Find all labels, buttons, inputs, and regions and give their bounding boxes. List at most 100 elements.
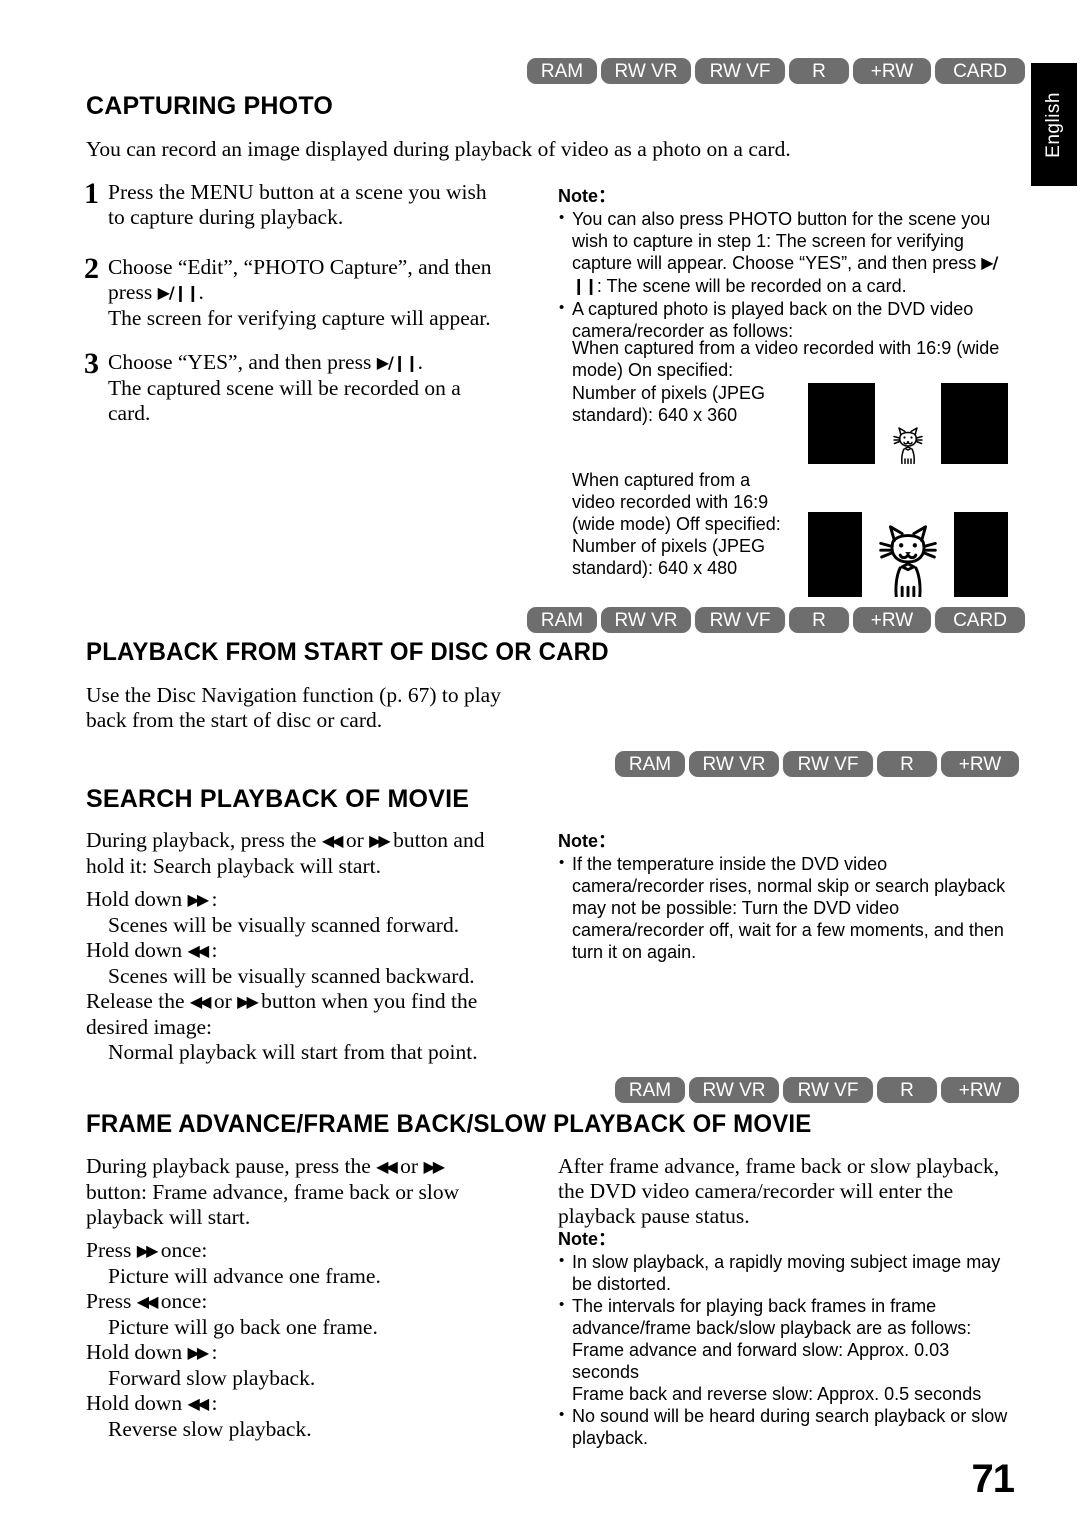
- section-title-capturing-photo: CAPTURING PHOTO: [86, 92, 333, 120]
- rewind-icon: [188, 1394, 207, 1413]
- frame-line-4-pre: Press: [86, 1238, 137, 1262]
- search-line-3-pre: Hold down: [86, 887, 188, 911]
- frame-line-5: Picture will advance one frame.: [108, 1264, 381, 1288]
- rewind-icon: [322, 831, 341, 850]
- step-3-number: 3: [84, 347, 99, 380]
- badge-r: R: [789, 607, 849, 633]
- document-page: English RAM RW VR RW VF R +RW CARD CAPTU…: [0, 0, 1080, 1529]
- note-bullet-2: The intervals for playing back frames in…: [558, 1294, 1010, 1405]
- badge-card: CARD: [935, 607, 1025, 633]
- badge-rw-vf: RW VF: [695, 607, 785, 633]
- playback-from-start-body: Use the Disc Navigation function (p. 67)…: [86, 683, 501, 732]
- note-search-playback: Note： If the temperature inside the DVD …: [558, 830, 1010, 963]
- search-line-1-mid: or: [340, 828, 370, 852]
- preview-image-640x360: [808, 383, 1008, 464]
- step-3-period: .: [417, 350, 424, 374]
- step-3: 3 Choose “YES”, and then press . The cap…: [84, 347, 544, 426]
- step-2-body: Choose “Edit”, “PHOTO Capture”, and then…: [108, 255, 492, 331]
- search-line-1: During playback, press the or button and: [86, 828, 546, 854]
- step-1-line-2: to capture during playback.: [108, 205, 344, 229]
- frame-line-7: Picture will go back one frame.: [108, 1315, 378, 1339]
- note-bullet-2-line-1: The intervals for playing back frames in…: [572, 1296, 972, 1338]
- frame-line-1-mid: or: [394, 1154, 424, 1178]
- disc-badge-row-search-playback: RAM RW VR RW VF R +RW: [615, 751, 1019, 777]
- badge-ram: RAM: [615, 751, 685, 777]
- frame-line-6: Press once:: [86, 1289, 551, 1315]
- search-line-9: Normal playback will start from that poi…: [108, 1040, 478, 1064]
- step-1-number: 1: [84, 177, 99, 210]
- step-3-choose-text: Choose “YES”, and then press: [108, 350, 377, 374]
- badge-plus-rw: +RW: [853, 58, 931, 84]
- badge-rw-vr: RW VR: [601, 607, 691, 633]
- frame-line-6-pre: Press: [86, 1289, 137, 1313]
- note-list: If the temperature inside the DVD video …: [558, 852, 1010, 963]
- note-bullet-2-line-1: A captured photo is played back on the D…: [572, 299, 974, 341]
- step-2-press-text: press: [108, 280, 158, 304]
- frame-line-8-pre: Hold down: [86, 1340, 188, 1364]
- step-2-number: 2: [84, 252, 99, 285]
- frame-line-4-post: once:: [155, 1238, 208, 1262]
- search-line-1-post: button and: [387, 828, 485, 852]
- search-line-4: Scenes will be visually scanned forward.: [108, 913, 460, 937]
- badge-rw-vf: RW VF: [783, 1077, 873, 1103]
- note-bullet-2: A captured photo is played back on the D…: [558, 297, 1010, 342]
- disc-badge-row-frame-advance: RAM RW VR RW VF R +RW: [615, 1077, 1019, 1103]
- frame-line-8-post: :: [206, 1340, 218, 1364]
- badge-ram: RAM: [527, 58, 597, 84]
- note-bullet-1-text: You can also press PHOTO button for the …: [572, 209, 991, 273]
- step-1-body: Press the MENU button at a scene you wis…: [108, 180, 487, 230]
- step-3-line-2: The captured scene will be recorded on a: [108, 376, 461, 400]
- badge-r: R: [877, 751, 937, 777]
- frame-line-6-post: once:: [155, 1289, 208, 1313]
- badge-ram: RAM: [527, 607, 597, 633]
- badge-rw-vr: RW VR: [601, 58, 691, 84]
- frame-advance-right-body: After frame advance, frame back or slow …: [558, 1154, 1000, 1228]
- note-title: Note：: [558, 831, 616, 851]
- frame-line-9: Forward slow playback.: [108, 1366, 316, 1390]
- badge-rw-vf: RW VF: [695, 58, 785, 84]
- search-line-7: Release the or button when you find the: [86, 989, 546, 1015]
- search-line-8: desired image:: [86, 1015, 212, 1039]
- fast-forward-icon: [188, 890, 207, 909]
- frame-line-11: Reverse slow playback.: [108, 1417, 312, 1441]
- frame-advance-left-body: During playback pause, press the or butt…: [86, 1154, 551, 1442]
- capturing-photo-intro: You can record an image displayed during…: [86, 137, 791, 161]
- section-title-frame-advance: FRAME ADVANCE/FRAME BACK/SLOW PLAYBACK O…: [86, 1110, 812, 1138]
- badge-r: R: [789, 58, 849, 84]
- frame-line-4: Press once:: [86, 1238, 551, 1264]
- badge-rw-vr: RW VR: [689, 751, 779, 777]
- search-line-1-pre: During playback, press the: [86, 828, 322, 852]
- step-2-line-3: The screen for verifying capture will ap…: [108, 306, 491, 330]
- rewind-icon: [190, 992, 209, 1011]
- fast-forward-icon: [188, 1343, 207, 1362]
- disc-badge-row-capturing-photo: RAM RW VR RW VF R +RW CARD: [527, 58, 1025, 84]
- badge-rw-vf: RW VF: [783, 751, 873, 777]
- note-bullet-1: In slow playback, a rapidly moving subje…: [558, 1250, 1010, 1295]
- search-line-7-post: button when you find the: [255, 989, 478, 1013]
- search-line-7-pre: Release the: [86, 989, 190, 1013]
- frame-line-3: playback will start.: [86, 1205, 251, 1229]
- step-1: 1 Press the MENU button at a scene you w…: [84, 177, 534, 230]
- note-title: Note：: [558, 1229, 616, 1249]
- frame-line-10-pre: Hold down: [86, 1391, 188, 1415]
- cat-illustration-icon: [893, 427, 923, 464]
- note-pixels-640x360: Number of pixels (JPEG standard): 640 x …: [572, 383, 766, 425]
- preview-image-640x480: [808, 512, 1008, 597]
- search-line-5-post: :: [206, 938, 218, 962]
- preview-inner-frame: [875, 383, 941, 464]
- search-line-7-mid: or: [208, 989, 238, 1013]
- cat-illustration-icon: [879, 525, 937, 597]
- section-title-playback-from-start: PLAYBACK FROM START OF DISC OR CARD: [86, 638, 609, 666]
- search-playback-body: During playback, press the or button and…: [86, 828, 546, 1065]
- note-capturing-photo: Note： You can also press PHOTO button fo…: [558, 185, 1010, 342]
- badge-plus-rw: +RW: [853, 607, 931, 633]
- language-tab-label: English: [1043, 91, 1064, 158]
- frame-line-2: button: Frame advance, frame back or slo…: [86, 1180, 460, 1204]
- frame-line-1: During playback pause, press the or: [86, 1154, 551, 1180]
- note-bullet-1: You can also press PHOTO button for the …: [558, 207, 1010, 298]
- badge-plus-rw: +RW: [941, 751, 1019, 777]
- section-title-search-playback: SEARCH PLAYBACK OF MOVIE: [86, 785, 470, 813]
- step-3-line-1: Choose “YES”, and then press .: [108, 350, 461, 376]
- frame-line-8: Hold down :: [86, 1340, 551, 1366]
- step-3-body: Choose “YES”, and then press . The captu…: [108, 350, 461, 426]
